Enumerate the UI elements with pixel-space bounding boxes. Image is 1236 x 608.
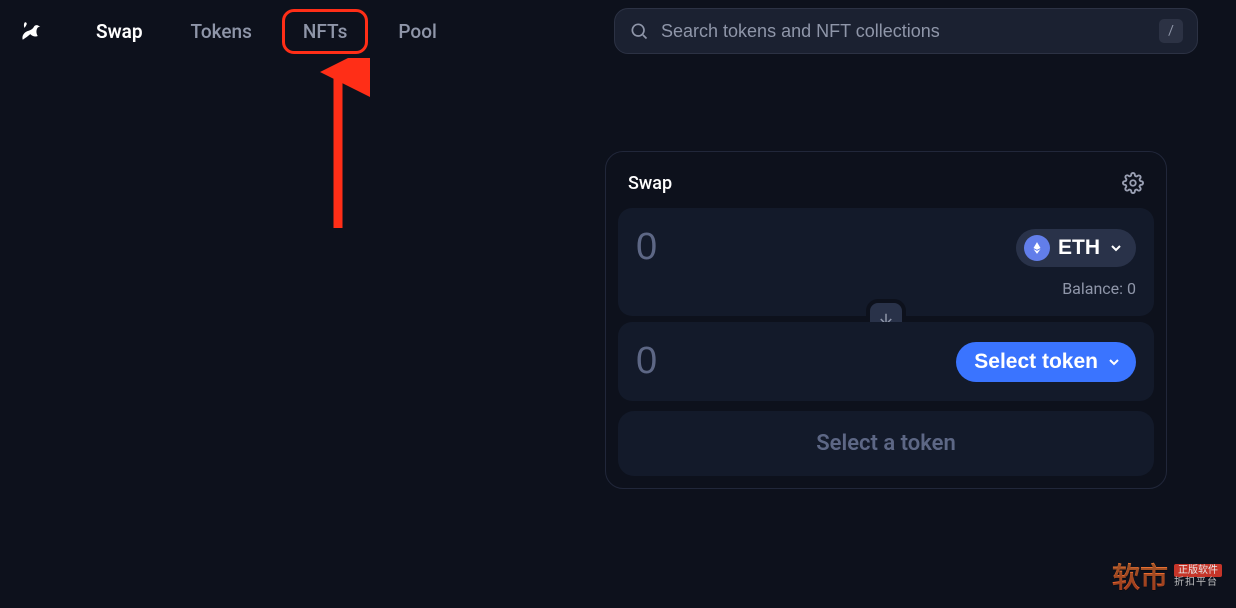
annotation-arrow-icon: [320, 58, 370, 238]
swap-cta-button[interactable]: Select a token: [618, 411, 1154, 476]
from-amount-input[interactable]: [636, 226, 911, 269]
nav-tokens[interactable]: Tokens: [173, 12, 270, 51]
nav-nfts[interactable]: NFTs: [282, 9, 369, 54]
chevron-down-icon: [1106, 354, 1122, 370]
watermark-text: 软市: [1112, 556, 1168, 596]
search-shortcut-badge: /: [1159, 19, 1183, 43]
app-logo: [14, 16, 44, 46]
from-token-selector[interactable]: ETH: [1016, 229, 1136, 267]
to-token-selector[interactable]: Select token: [956, 342, 1136, 382]
search-icon: [629, 21, 649, 41]
top-bar: Swap Tokens NFTs Pool /: [0, 0, 1236, 62]
to-amount-input[interactable]: [636, 340, 911, 383]
main-nav: Swap Tokens NFTs Pool: [78, 9, 455, 54]
swap-card: Swap ETH Balance: 0: [605, 151, 1167, 489]
from-token-symbol: ETH: [1058, 236, 1100, 260]
watermark: 软市 正版软件 折扣平台: [1112, 556, 1222, 596]
watermark-tag: 正版软件 折扣平台: [1174, 564, 1222, 588]
ethereum-icon: [1024, 235, 1050, 261]
swap-header: Swap: [618, 164, 1154, 208]
chevron-down-icon: [1108, 240, 1124, 256]
search-bar[interactable]: /: [614, 8, 1198, 54]
swap-title: Swap: [628, 173, 672, 194]
nav-pool[interactable]: Pool: [380, 12, 454, 51]
unicorn-icon: [14, 16, 44, 46]
from-balance-label: Balance: 0: [636, 279, 1136, 298]
swap-to-panel: Select token: [618, 322, 1154, 401]
select-token-label: Select token: [974, 350, 1098, 374]
gear-icon[interactable]: [1122, 172, 1144, 194]
nav-swap[interactable]: Swap: [78, 12, 161, 51]
search-input[interactable]: [661, 21, 1147, 42]
